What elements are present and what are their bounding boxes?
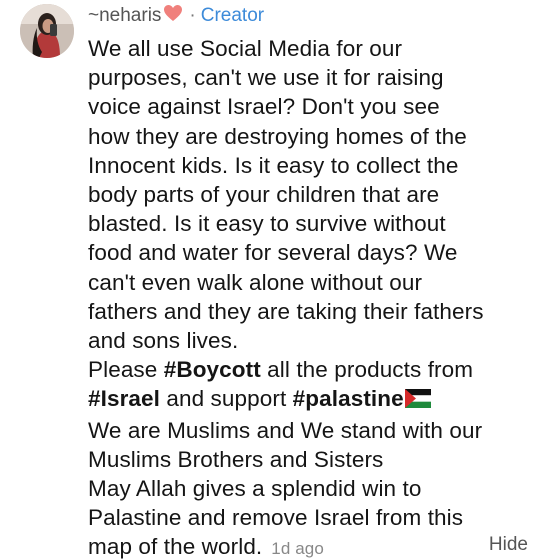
comment-line: We all use Social Media for our xyxy=(88,36,403,61)
comment-line: Palastine and remove Israel from this xyxy=(88,505,464,531)
timestamp: 1d ago xyxy=(271,539,324,559)
text-fragment: all the products from xyxy=(260,357,474,383)
comment-line: May Allah gives a splendid win to xyxy=(88,476,422,502)
comment-line: body parts of your children that are xyxy=(88,182,440,208)
text-fragment: Please xyxy=(88,357,164,383)
comment-header: ~neharis · Creator xyxy=(88,4,264,28)
comment-line: We are Muslims and We stand with our xyxy=(88,417,483,443)
heart-icon xyxy=(163,4,183,29)
comment-line: can't even walk alone without our xyxy=(88,269,423,295)
hashtag-palastine[interactable]: #palastine xyxy=(293,386,404,411)
username[interactable]: ~neharis xyxy=(88,4,161,28)
palestine-flag-icon xyxy=(404,386,431,415)
hide-button[interactable]: Hide xyxy=(489,533,528,557)
separator-dot: · xyxy=(189,5,196,26)
creator-badge: Creator xyxy=(200,5,265,26)
boycott-line: Please #Boycott all the products from xyxy=(88,355,548,384)
israel-line: #Israel and support #palastine xyxy=(88,384,548,415)
comment-line: map of the world. xyxy=(88,534,263,560)
comment-line: how they are destroying homes of the xyxy=(88,123,467,149)
hashtag-israel[interactable]: #Israel xyxy=(88,386,160,411)
comment-line: fathers and they are taking their father… xyxy=(88,298,484,324)
comment-body: We all use Social Media for our purposes… xyxy=(88,34,548,560)
comment-line: Innocent kids. Is it easy to collect the xyxy=(88,152,459,178)
comment-line: Muslims Brothers and Sisters xyxy=(88,446,384,472)
comment-line: blasted. Is it easy to survive without xyxy=(88,211,446,237)
final-line: map of the world. 1d ago xyxy=(88,532,548,560)
comment-line: purposes, can't we use it for raising xyxy=(88,65,444,91)
comment-line: food and water for several days? We xyxy=(88,240,458,266)
comment-line: voice against Israel? Don't you see xyxy=(88,94,440,120)
comment: ~neharis · Creator We all use Social Med… xyxy=(0,0,560,560)
avatar-icon xyxy=(20,4,74,58)
avatar[interactable] xyxy=(20,4,74,58)
hashtag-boycott[interactable]: #Boycott xyxy=(164,357,261,382)
comment-line: and sons lives. xyxy=(88,328,239,354)
text-fragment: and support xyxy=(160,386,293,412)
